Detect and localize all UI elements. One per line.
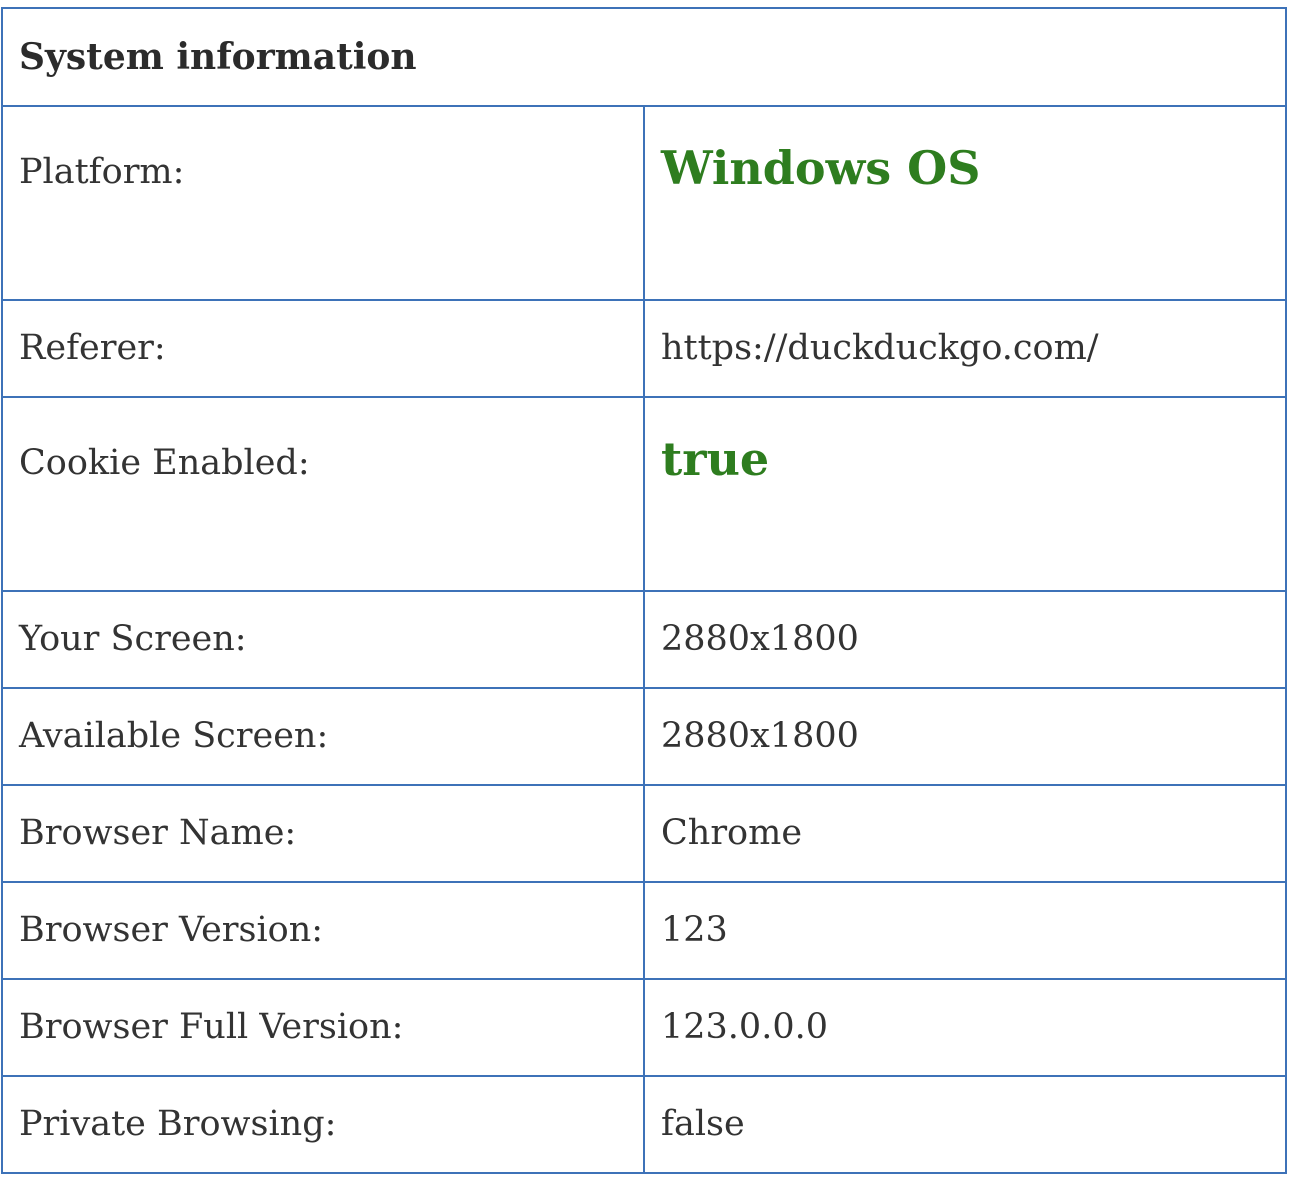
private-browsing-value: false: [642, 1075, 1288, 1174]
platform-label: Platform:: [1, 105, 645, 301]
row-platform: Platform: Windows OS: [1, 105, 1288, 301]
your-screen-value: 2880x1800: [642, 590, 1288, 689]
referer-value: https://duckduckgo.com/: [642, 299, 1288, 398]
available-screen-value: 2880x1800: [642, 687, 1288, 786]
browser-name-value: Chrome: [642, 784, 1288, 883]
browser-full-version-label: Browser Full Version:: [1, 978, 645, 1077]
browser-name-label: Browser Name:: [1, 784, 645, 883]
available-screen-label: Available Screen:: [1, 687, 645, 786]
referer-label: Referer:: [1, 299, 645, 398]
row-available-screen: Available Screen: 2880x1800: [1, 687, 1288, 786]
row-browser-full-version: Browser Full Version: 123.0.0.0: [1, 978, 1288, 1077]
cookie-enabled-label: Cookie Enabled:: [1, 396, 645, 592]
row-cookie-enabled: Cookie Enabled: true: [1, 396, 1288, 592]
system-info-table: System information Platform: Windows OS …: [0, 7, 1288, 1174]
browser-version-value: 123: [642, 881, 1288, 980]
cookie-enabled-value: true: [642, 396, 1288, 592]
your-screen-label: Your Screen:: [1, 590, 645, 689]
browser-version-label: Browser Version:: [1, 881, 645, 980]
row-browser-name: Browser Name: Chrome: [1, 784, 1288, 883]
platform-value: Windows OS: [642, 105, 1288, 301]
table-title: System information: [0, 7, 1288, 107]
private-browsing-label: Private Browsing:: [1, 1075, 645, 1174]
row-referer: Referer: https://duckduckgo.com/: [1, 299, 1288, 398]
table-header-row: System information: [0, 7, 1288, 107]
row-browser-version: Browser Version: 123: [1, 881, 1288, 980]
browser-full-version-value: 123.0.0.0: [642, 978, 1288, 1077]
row-private-browsing: Private Browsing: false: [1, 1075, 1288, 1174]
row-your-screen: Your Screen: 2880x1800: [1, 590, 1288, 689]
